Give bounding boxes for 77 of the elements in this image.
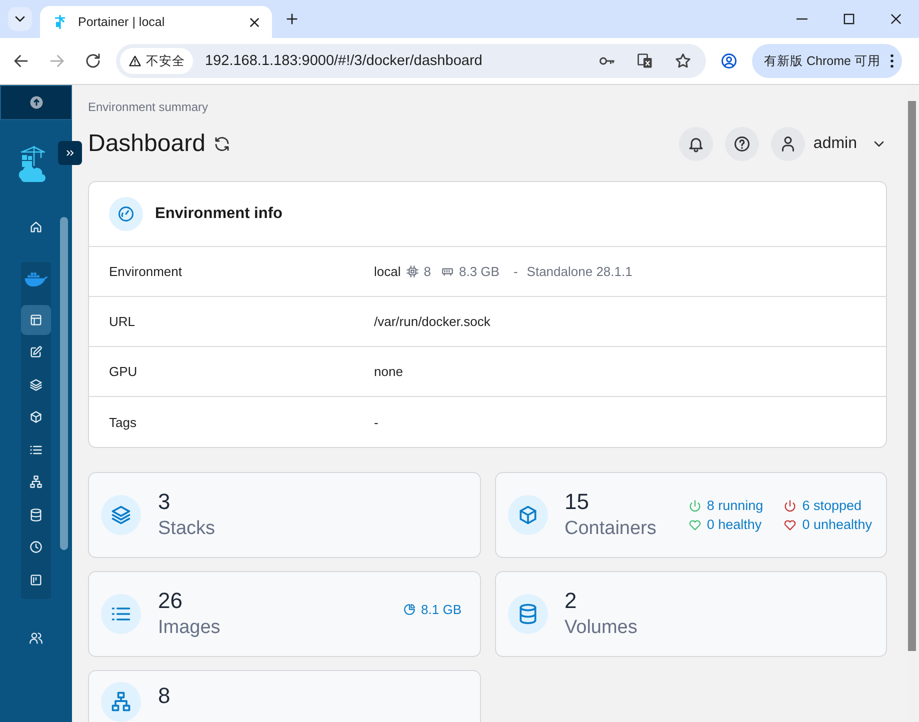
upload-icon — [28, 95, 44, 110]
upgrade-bar[interactable] — [0, 85, 72, 120]
cube-icon — [29, 410, 43, 424]
crane-icon — [52, 14, 68, 30]
translate-icon[interactable] — [636, 52, 654, 70]
image-size: 8.1 GB — [403, 602, 462, 616]
help-icon — [733, 135, 752, 154]
cpu-icon — [406, 265, 419, 278]
tab-title: Portainer | local — [78, 15, 166, 29]
containers-card[interactable]: 15 Containers 8 running 6 stopped 0 healthy 0 unhealthy — [494, 472, 887, 558]
pie-chart-icon — [403, 602, 416, 616]
reload-icon — [84, 52, 102, 70]
network-icon — [29, 475, 43, 489]
count-value: 3 — [158, 488, 172, 516]
count-value: 15 — [564, 488, 590, 516]
expand-sidebar-button[interactable] — [58, 141, 82, 165]
networks-card[interactable]: 8 — [88, 670, 480, 722]
count-value: 26 — [158, 587, 184, 615]
layers-icon — [110, 504, 132, 526]
security-chip[interactable]: 不安全 — [120, 48, 193, 74]
field-value: - — [374, 414, 378, 430]
memory-size: 8.3 GB — [458, 264, 500, 279]
card-title: Environment info — [155, 205, 282, 223]
gauge-icon — [117, 205, 135, 223]
volumes-card[interactable]: 2 Volumes — [494, 571, 887, 657]
browser-tab[interactable]: Portainer | local — [40, 6, 272, 38]
database-icon — [29, 508, 43, 522]
notifications-button[interactable] — [679, 127, 714, 162]
field-value: none — [374, 364, 403, 379]
sidebar-item[interactable] — [21, 304, 51, 334]
whale-icon — [24, 270, 48, 288]
stacks-card[interactable]: 3 Stacks — [88, 472, 480, 558]
star-icon — [674, 52, 692, 70]
environment-name: local — [374, 264, 401, 279]
users-icon — [29, 630, 43, 644]
status-text: 0 healthy — [688, 517, 764, 532]
breadcrumb: Environment summary — [88, 100, 210, 116]
status-text: 0 unhealthy — [783, 517, 872, 532]
card-label: Images — [158, 616, 220, 640]
count-value: 2 — [564, 587, 578, 615]
status-text: 6 stopped — [783, 498, 872, 513]
url-text: 192.168.1.183:9000/#!/3/docker/dashboard — [205, 53, 482, 69]
page-title: Dashboard — [88, 130, 206, 158]
engine-info: Standalone 28.1.1 — [526, 264, 632, 279]
field-label: Environment — [109, 264, 183, 279]
images-card[interactable]: 26 Images 8.1 GB — [88, 571, 480, 657]
refresh-icon — [213, 135, 232, 154]
card-label: Volumes — [564, 616, 638, 640]
field-value: /var/run/docker.sock — [374, 314, 490, 329]
sidebar-scrollbar[interactable] — [60, 217, 68, 550]
field-label: Tags — [109, 414, 138, 430]
status-text: 8 running — [688, 498, 764, 513]
address-bar[interactable]: 不安全 192.168.1.183:9000/#!/3/docker/dashboard — [116, 44, 706, 78]
field-label: GPU — [109, 364, 138, 379]
plus-icon — [284, 11, 300, 27]
help-button[interactable] — [725, 127, 760, 162]
cpu-count: 8 — [424, 264, 431, 279]
count-value: 8 — [158, 682, 170, 710]
update-chrome-button[interactable]: 有新版 Chrome 可用 — [752, 44, 902, 78]
bell-icon — [687, 135, 706, 154]
field-label: URL — [109, 314, 136, 329]
back-icon — [12, 52, 30, 70]
separator: - — [513, 264, 518, 279]
profile-icon[interactable] — [720, 52, 738, 70]
card-label: Containers — [564, 517, 656, 541]
menu-icon — [890, 54, 894, 68]
network-icon — [110, 691, 132, 713]
tab-search-button[interactable] — [8, 7, 32, 31]
clock-icon — [29, 540, 43, 554]
card-label: Stacks — [158, 517, 216, 541]
home-icon — [29, 220, 43, 234]
layers-icon — [29, 378, 43, 392]
edit-icon — [29, 345, 43, 359]
warning-icon — [128, 54, 142, 68]
user-menu-button[interactable]: admin — [771, 127, 887, 162]
dashboard-icon — [29, 312, 43, 326]
board-icon — [29, 572, 43, 586]
